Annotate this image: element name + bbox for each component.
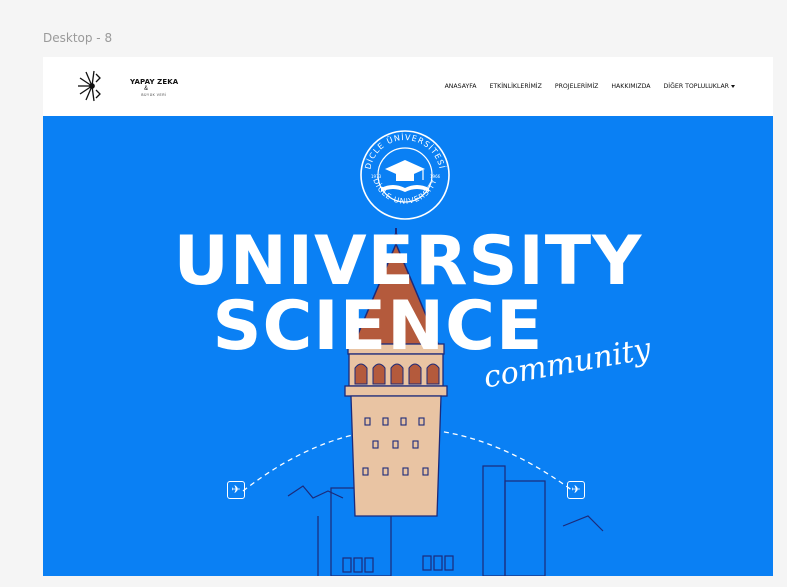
city-skyline [287,465,604,576]
hero-headline-line2: SCIENCE [212,287,544,366]
logo[interactable]: YAPAY ZEKA & BÜYÜK VERİ [76,68,178,104]
nav-item-diger-topluluklar-label: DİĞER TOPLULUKLAR [663,83,729,90]
nav-item-hakkimizda[interactable]: HAKKIMIZDA [611,83,650,90]
nav-item-projelerimiz[interactable]: PROJELERİMİZ [555,83,599,90]
nav-item-etkinliklerimiz[interactable]: ETKİNLİKLERİMİZ [489,83,541,90]
logo-ampersand: & [144,86,149,92]
university-seal-icon: DİCLE ÜNİVERSİTESİ DİCLE UNIVERSITY 1973… [360,130,450,220]
hero-banner: DİCLE ÜNİVERSİTESİ DİCLE UNIVERSITY 1973… [43,116,773,576]
logo-title: YAPAY ZEKA [130,78,179,86]
caret-down-icon [731,84,735,88]
airplane-icon-right: ✈ [567,481,585,499]
main-nav: ANASAYFA ETKİNLİKLERİMİZ PROJELERİMİZ HA… [445,83,735,90]
sunburst-icon [78,70,101,102]
logo-subtitle: BÜYÜK VERİ [141,93,167,97]
nav-item-diger-topluluklar[interactable]: DİĞER TOPLULUKLAR [664,83,735,90]
nav-item-anasayfa[interactable]: ANASAYFA [445,83,477,90]
hero-headline-line1: UNIVERSITY [173,222,643,301]
frame-label: Desktop - 8 [43,31,113,45]
seal-year-right: 1966 [430,174,441,179]
seal-year-left: 1973 [371,174,382,179]
desktop-frame: YAPAY ZEKA & BÜYÜK VERİ ANASAYFA ETKİNLİ… [43,57,773,576]
navbar: YAPAY ZEKA & BÜYÜK VERİ ANASAYFA ETKİNLİ… [43,57,773,116]
airplane-icon-left: ✈ [227,481,245,499]
